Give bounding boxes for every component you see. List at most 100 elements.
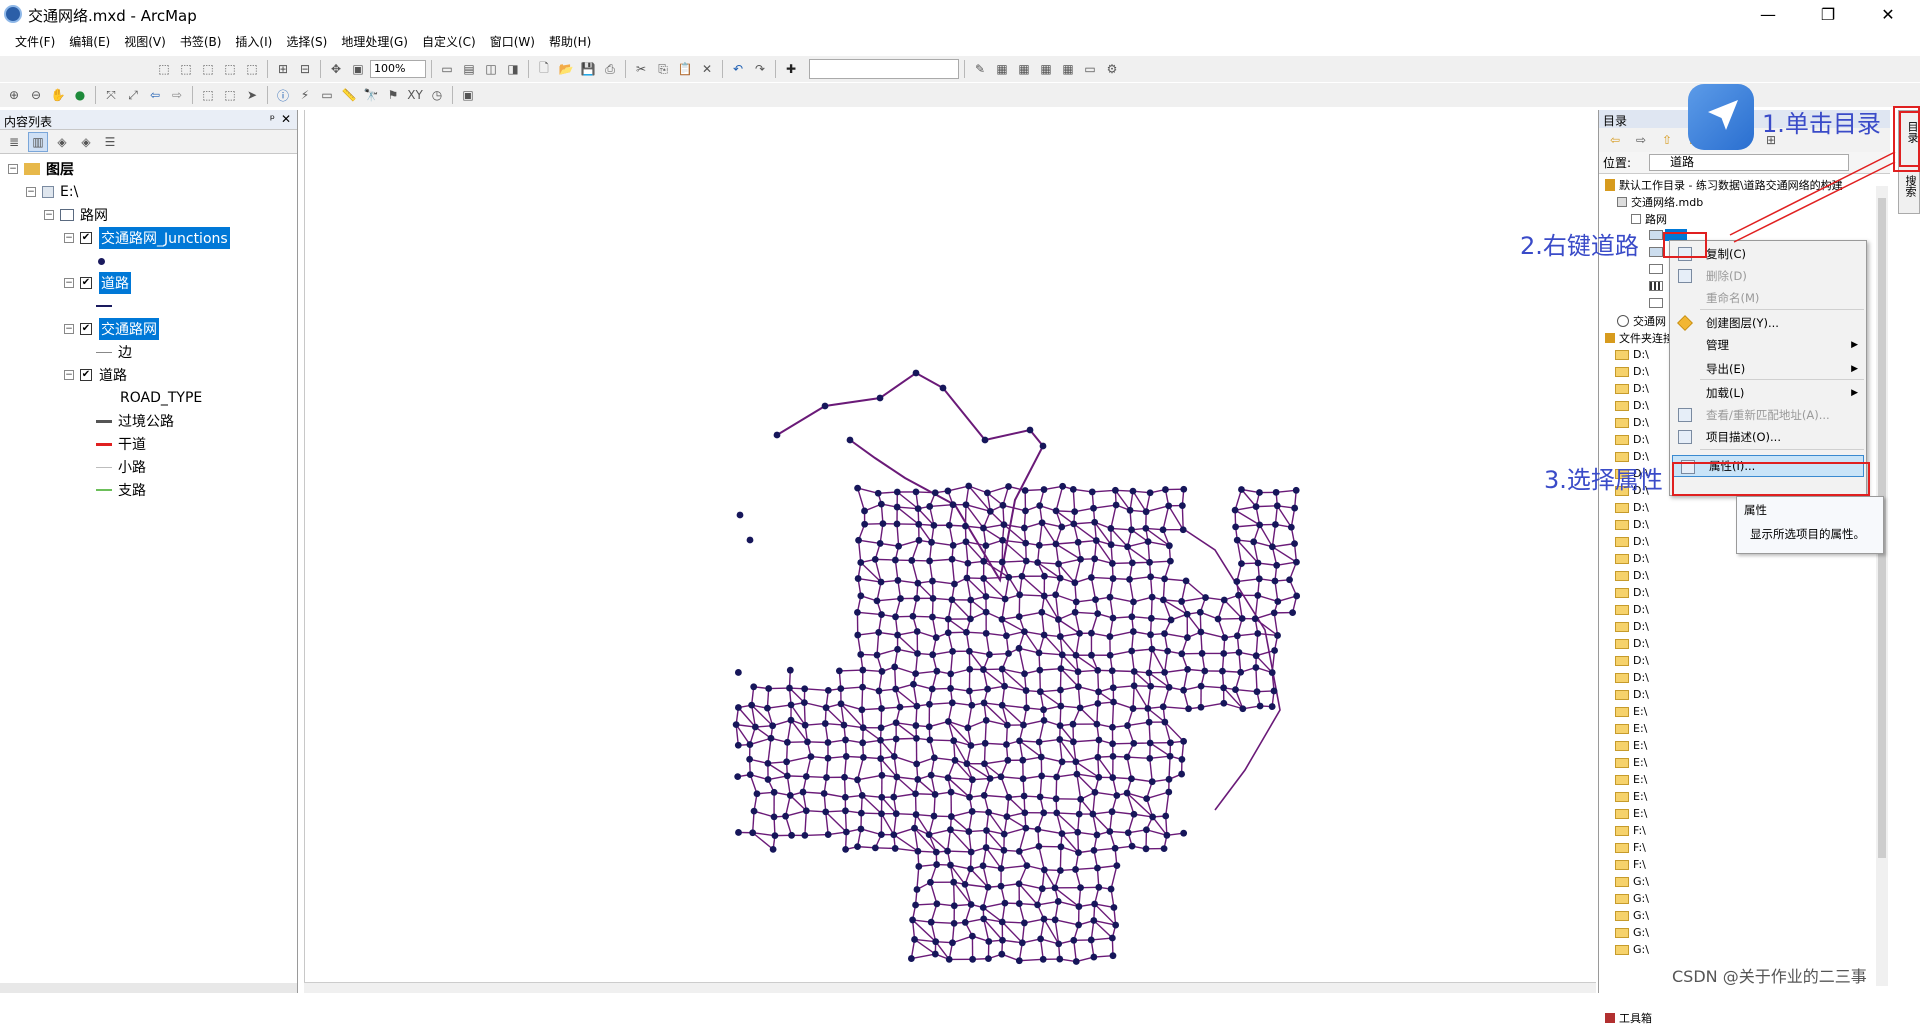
folder-connection-item[interactable]: E:\ [1605,737,1647,754]
python-window-icon[interactable]: ▭ [1080,59,1100,79]
data-frame-icon[interactable]: ▭ [437,59,457,79]
layer-junctions[interactable]: − ✔ 交通路网_Junctions [64,227,230,249]
folder-connection-item[interactable]: E:\ [1605,805,1647,822]
folder-connection-item[interactable]: D:\ [1605,397,1649,414]
layer-visibility-checkbox[interactable]: ✔ [80,323,92,335]
copy-icon[interactable]: ⎘ [653,59,673,79]
layer-roads-edges[interactable]: − ✔ 道路 [64,272,131,294]
catalog-dataset-node[interactable]: 路网 [1631,210,1667,227]
back-extent-icon[interactable]: ⇦ [145,85,165,105]
folder-connection-item[interactable]: D:\ [1605,431,1649,448]
edit-vertices-icon[interactable]: ⬚ [176,59,196,79]
back-icon[interactable]: ⇦ [1605,130,1625,150]
table-of-contents-icon[interactable]: ▦ [992,59,1012,79]
context-menu-item[interactable]: 加载(L)▶ [1670,382,1866,404]
catalog-window-icon[interactable]: ▦ [1014,59,1034,79]
folder-connection-item[interactable]: D:\ [1605,380,1649,397]
collapse-icon[interactable]: − [44,210,54,220]
menu-help[interactable]: 帮助(H) [542,33,598,50]
catalog-fc-node[interactable] [1649,243,1663,260]
go-to-xy-icon[interactable]: XY [405,85,425,105]
layer-name[interactable]: 道路 [99,365,127,385]
menu-file[interactable]: 文件(F) [8,33,62,50]
arctoolbox-icon[interactable]: ▦ [1058,59,1078,79]
folder-connection-item[interactable]: D:\ [1605,414,1649,431]
folder-connection-item[interactable]: F:\ [1605,856,1646,873]
menu-windows[interactable]: 窗口(W) [483,33,542,50]
menu-customize[interactable]: 自定义(C) [415,33,483,50]
focus-frame-icon[interactable]: ◨ [503,59,523,79]
find-route-icon[interactable]: ⚑ [383,85,403,105]
collapse-icon[interactable]: − [26,187,36,197]
context-menu-item[interactable]: 导出(E)▶ [1670,358,1866,380]
select-features-icon[interactable]: ⬚ [198,85,218,105]
folder-connection-item[interactable]: D:\ [1605,601,1649,618]
collapse-icon[interactable]: − [64,233,74,243]
layer-name[interactable]: 交通路网_Junctions [99,227,230,249]
context-menu-item[interactable]: 项目描述(O)... [1670,426,1866,448]
folder-connection-item[interactable]: D:\ [1605,516,1649,533]
html-popup-icon[interactable]: ▭ [317,85,337,105]
zoom-out-icon[interactable]: ⊖ [26,85,46,105]
layer-visibility-checkbox[interactable]: ✔ [80,369,92,381]
hyperlink-icon[interactable]: ⚡ [295,85,315,105]
map-view[interactable] [304,110,1596,993]
draft-mode-icon[interactable]: ◫ [481,59,501,79]
catalog-network-node[interactable]: 交通网 [1617,312,1666,329]
toolbox-node[interactable]: 工具箱 [1605,1009,1652,1026]
modelbuilder-icon[interactable]: ⚙ [1102,59,1122,79]
layout-view-icon[interactable]: ▤ [459,59,479,79]
catalog-fc-node[interactable] [1649,260,1663,277]
menu-edit[interactable]: 编辑(E) [62,33,117,50]
folder-connection-item[interactable]: D:\ [1605,533,1649,550]
restore-button[interactable]: ❐ [1800,0,1856,30]
pan-icon[interactable]: ✋ [48,85,68,105]
layer-network[interactable]: − ✔ 交通路网 [64,318,159,340]
editor-toolbar-icon[interactable]: ✎ [970,59,990,79]
toc-horizontal-scrollbar[interactable] [0,983,297,993]
layer-name[interactable]: 交通路网 [99,318,159,340]
list-by-selection-icon[interactable]: ◈ [76,132,96,152]
close-button[interactable]: ✕ [1860,0,1916,30]
layer-roads[interactable]: − ✔ 道路 [64,364,127,386]
tree-source[interactable]: − E:\ [26,181,78,203]
fixed-zoom-out-icon[interactable]: ⤢ [123,85,143,105]
add-data-icon[interactable]: ✚ [781,59,801,79]
folder-connection-item[interactable]: D:\ [1605,346,1649,363]
clear-selection-icon[interactable]: ⬚ [220,85,240,105]
delete-icon[interactable]: ✕ [697,59,717,79]
options-icon[interactable]: ☰ [100,132,120,152]
tree-dataset[interactable]: − 路网 [44,204,108,226]
folder-connection-item[interactable]: D:\ [1605,669,1649,686]
cut-polygon-icon[interactable]: ⬚ [220,59,240,79]
folder-connection-item[interactable]: G:\ [1605,941,1649,958]
list-by-source-icon[interactable]: ▥ [28,132,48,152]
folder-connection-item[interactable]: D:\ [1605,618,1649,635]
toc-close-icon[interactable]: ✕ [281,112,291,126]
reshape-icon[interactable]: ⬚ [198,59,218,79]
folder-connection-item[interactable]: E:\ [1605,720,1647,737]
layer-visibility-checkbox[interactable]: ✔ [80,277,92,289]
split-icon[interactable]: ⬚ [242,59,262,79]
folder-connection-item[interactable]: D:\ [1605,567,1649,584]
layer-name[interactable]: 道路 [99,272,131,294]
context-menu-item[interactable]: 管理▶ [1670,334,1866,356]
zoom-in-icon[interactable]: ⊕ [4,85,24,105]
redo-icon[interactable]: ↷ [750,59,770,79]
measure-icon[interactable]: 📏 [339,85,359,105]
create-viewer-icon[interactable]: ▣ [458,85,478,105]
folder-connection-item[interactable]: F:\ [1605,839,1646,856]
minimize-button[interactable]: — [1740,0,1796,30]
folder-connections-node[interactable]: 文件夹连接 [1605,329,1674,346]
collapse-icon[interactable]: − [64,370,74,380]
collapse-icon[interactable]: − [64,278,74,288]
print-icon[interactable]: ⎙ [600,59,620,79]
full-extent-icon[interactable]: ● [70,85,90,105]
time-slider-icon[interactable]: ◷ [427,85,447,105]
edit-tool-icon[interactable]: ⬚ [154,59,174,79]
layout-pan-icon[interactable]: ✥ [326,59,346,79]
tree-layers-root[interactable]: − 图层 [8,158,74,180]
catalog-vertical-scrollbar[interactable] [1876,186,1888,986]
catalog-fc-node[interactable] [1649,294,1663,311]
menu-view[interactable]: 视图(V) [117,33,173,50]
